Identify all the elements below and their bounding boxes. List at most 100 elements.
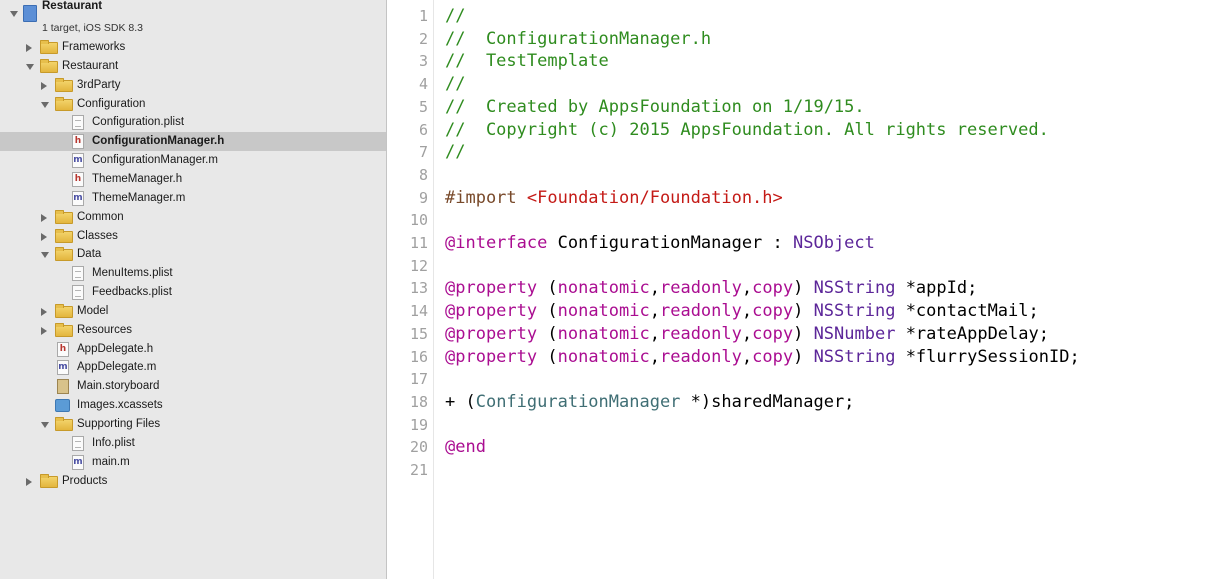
navigator-item[interactable]: Restaurant <box>0 57 386 76</box>
code-line[interactable]: 17 <box>387 368 1231 391</box>
folder-icon <box>55 303 73 318</box>
disclosure-triangle-icon[interactable] <box>41 422 49 428</box>
navigator-item[interactable]: Configuration <box>0 95 386 114</box>
header-file-icon: h <box>72 171 84 187</box>
line-number: 11 <box>409 234 428 252</box>
navigator-item[interactable]: Data <box>0 245 386 264</box>
code-line[interactable]: 4 // <box>387 73 1231 96</box>
navigator-item[interactable]: Configuration.plist <box>0 113 386 132</box>
navigator-item[interactable]: Model <box>0 302 386 321</box>
code-line[interactable]: 16 @property (nonatomic,readonly,copy) NS… <box>387 346 1231 369</box>
disclosure-triangle-icon[interactable] <box>41 232 47 241</box>
code-token: ) <box>793 323 814 344</box>
code-line[interactable]: 5 // Created by AppsFoundation on 1/19/15… <box>387 96 1231 119</box>
code-token: nonatomic <box>557 323 650 344</box>
navigator-item[interactable]: m main.m <box>0 453 386 472</box>
navigator-item-label: AppDelegate.h <box>77 342 154 355</box>
code-token: readonly <box>659 323 742 344</box>
code-token: // Copyright (c) 2015 AppsFoundation. Al… <box>445 119 1049 140</box>
disclosure-triangle-icon[interactable] <box>26 477 32 486</box>
plist-file-icon <box>72 435 84 451</box>
navigator-item[interactable]: Feedbacks.plist <box>0 283 386 302</box>
code-token: nonatomic <box>557 301 650 322</box>
code-token: + ( <box>445 391 476 412</box>
code-line[interactable]: 9 #import <Foundation/Foundation.h> <box>387 187 1231 210</box>
navigator-item[interactable]: h AppDelegate.h <box>0 340 386 359</box>
navigator-item[interactable]: m AppDelegate.m <box>0 358 386 377</box>
code-line[interactable]: 18 + (ConfigurationManager *)sharedManage… <box>387 391 1231 414</box>
disclosure-triangle-icon[interactable] <box>41 101 49 108</box>
navigator-item[interactable]: MenuItems.plist <box>0 264 386 283</box>
code-line[interactable]: 19 <box>387 414 1231 437</box>
navigator-item[interactable]: Supporting Files <box>0 415 386 434</box>
folder-icon <box>55 209 73 224</box>
code-token: , <box>649 278 660 299</box>
code-line[interactable]: 6 // Copyright (c) 2015 AppsFoundation. A… <box>387 119 1231 142</box>
navigator-item-label: Resources <box>77 323 132 336</box>
code-line[interactable]: 21 <box>387 459 1231 482</box>
code-line[interactable]: 10 <box>387 209 1231 232</box>
disclosure-triangle-icon[interactable] <box>41 307 47 316</box>
code-token: <Foundation/Foundation.h> <box>526 187 783 208</box>
navigator-item-label: Data <box>77 248 102 261</box>
disclosure-triangle-icon[interactable] <box>41 81 47 90</box>
code-line[interactable]: 13 @property (nonatomic,readonly,copy) NS… <box>387 277 1231 300</box>
code-token: , <box>649 323 660 344</box>
navigator-item-label: ThemeManager.m <box>92 191 186 204</box>
navigator-item[interactable]: Info.plist <box>0 434 386 453</box>
code-token: nonatomic <box>557 278 650 299</box>
header-file-icon: h <box>57 341 69 357</box>
folder-icon <box>55 96 73 111</box>
project-navigator: Restaurant 1 target, iOS SDK 8.3 Framewo… <box>0 0 387 579</box>
code-line[interactable]: 12 <box>387 255 1231 278</box>
code-line[interactable]: 20 @end <box>387 436 1231 459</box>
project-root[interactable]: Restaurant 1 target, iOS SDK 8.3 <box>0 0 386 34</box>
project-name: Restaurant <box>42 0 103 12</box>
navigator-item[interactable]: m ThemeManager.m <box>0 189 386 208</box>
code-line[interactable]: 15 @property (nonatomic,readonly,copy) NS… <box>387 323 1231 346</box>
plist-file-icon <box>72 285 84 301</box>
navigator-item[interactable]: Main.storyboard <box>0 377 386 396</box>
code-line[interactable]: 11 @interface ConfigurationManager : NSOb… <box>387 232 1231 255</box>
disclosure-triangle-icon[interactable] <box>26 44 32 52</box>
code-token: ( <box>537 346 558 367</box>
navigator-item[interactable]: Products <box>0 472 386 491</box>
source-editor[interactable]: 1 // 2 // ConfigurationManager.h 3 // TestTem… <box>387 0 1231 579</box>
navigator-item[interactable]: Common <box>0 208 386 227</box>
folder-icon <box>55 228 73 243</box>
disclosure-triangle-icon[interactable] <box>41 252 49 259</box>
code-token: NSObject <box>793 233 875 253</box>
code-token: , <box>741 346 753 367</box>
navigator-item[interactable]: Frameworks <box>0 38 386 57</box>
line-number: 14 <box>409 302 428 321</box>
code-token: // <box>445 6 466 26</box>
navigator-item[interactable]: Classes <box>0 227 386 246</box>
navigator-item[interactable]: Images.xcassets <box>0 396 386 415</box>
disclosure-triangle-icon[interactable] <box>41 213 47 222</box>
navigator-item[interactable]: h ConfigurationManager.h <box>0 132 386 152</box>
line-number: 1 <box>418 7 428 25</box>
code-line[interactable]: 2 // ConfigurationManager.h <box>387 28 1231 51</box>
line-number: 15 <box>409 324 428 343</box>
disclosure-triangle-icon[interactable] <box>26 63 34 70</box>
code-token: *)sharedManager; <box>680 391 855 412</box>
navigator-item[interactable]: m ConfigurationManager.m <box>0 151 386 170</box>
navigator-item-label: Common <box>77 210 124 223</box>
code-token: ConfigurationManager <box>475 391 681 412</box>
code-line[interactable]: 3 // TestTemplate <box>387 50 1231 73</box>
line-number: 21 <box>409 461 428 479</box>
folder-icon <box>55 322 73 337</box>
code-line[interactable]: 7 // <box>387 141 1231 164</box>
navigator-item[interactable]: Resources <box>0 321 386 340</box>
navigator-item[interactable]: h ThemeManager.h <box>0 170 386 189</box>
navigator-item[interactable]: 3rdParty <box>0 76 386 95</box>
code-text: // TestTemplate <box>445 50 609 73</box>
disclosure-triangle-icon[interactable] <box>41 326 47 335</box>
code-line[interactable]: 8 <box>387 164 1231 187</box>
code-line[interactable]: 14 @property (nonatomic,readonly,copy) NS… <box>387 300 1231 323</box>
line-number: 9 <box>418 188 428 207</box>
disclosure-triangle-icon[interactable] <box>10 11 18 17</box>
code-line[interactable]: 1 // <box>387 5 1231 28</box>
code-token: readonly <box>659 278 742 299</box>
line-number: 12 <box>409 256 428 275</box>
